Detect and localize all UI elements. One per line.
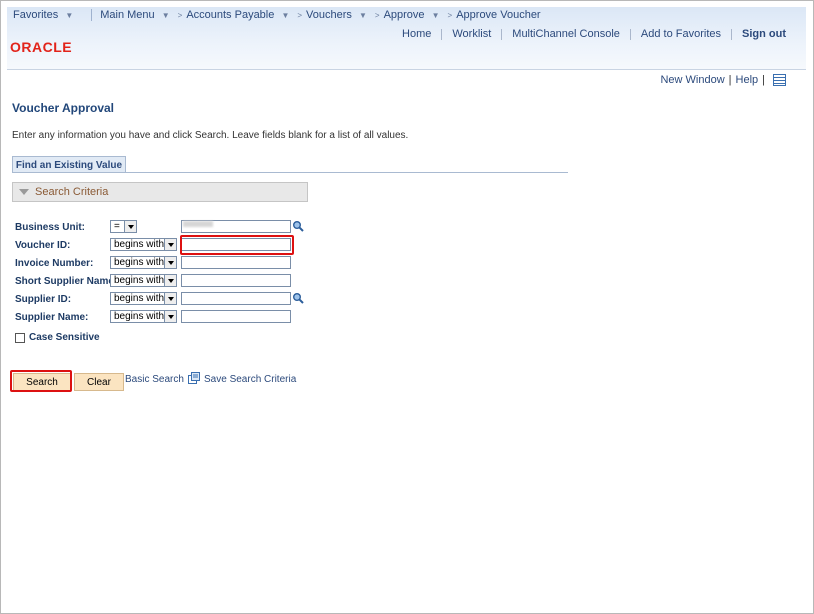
lookup-magnifier-icon[interactable] — [292, 220, 304, 232]
chevron-down-icon: ▼ — [161, 11, 170, 20]
chevron-down-icon: ▼ — [65, 11, 74, 20]
sign-out-link[interactable]: Sign out — [732, 28, 796, 40]
multichannel-console-link[interactable]: MultiChannel Console — [502, 28, 630, 40]
dropdown-arrow-icon — [164, 293, 176, 304]
main-menu[interactable]: Main Menu ▼ — [100, 9, 173, 21]
search-criteria-label: Search Criteria — [35, 186, 109, 198]
voucher-id-highlight — [180, 235, 294, 255]
tab-find-existing-value[interactable]: Find an Existing Value — [12, 156, 126, 173]
invoice-number-label: Invoice Number: — [15, 258, 94, 269]
short-supplier-name-input[interactable] — [181, 274, 291, 287]
operator-value: begins with — [114, 311, 165, 322]
util-divider: | — [762, 74, 765, 86]
breadcrumb-approve-voucher[interactable]: Approve Voucher — [456, 9, 540, 21]
invoice-number-input[interactable] — [181, 256, 291, 269]
save-search-criteria-link[interactable]: Save Search Criteria — [204, 374, 296, 385]
utility-links: New Window | Help | — [660, 74, 786, 86]
operator-value: begins with — [114, 257, 165, 268]
menu-divider — [91, 9, 93, 21]
help-link[interactable]: Help — [736, 74, 759, 86]
supplier-name-input[interactable] — [181, 310, 291, 323]
header: Favorites ▼ Main Menu ▼ > Accounts Payab… — [7, 7, 806, 70]
breadcrumb-arrow-icon: > — [447, 10, 453, 20]
menubar: Favorites ▼ Main Menu ▼ > Accounts Payab… — [7, 7, 541, 23]
case-sensitive-checkbox[interactable] — [15, 332, 25, 343]
breadcrumb-vouchers[interactable]: Vouchers ▼ — [306, 9, 371, 21]
main-menu-label: Main Menu — [100, 9, 155, 21]
chevron-down-icon: ▼ — [281, 11, 290, 20]
dropdown-arrow-icon — [124, 221, 136, 232]
supplier-name-label: Supplier Name: — [15, 312, 89, 323]
chevron-down-icon: ▼ — [431, 11, 440, 20]
lookup-magnifier-icon[interactable] — [292, 292, 304, 304]
search-button-highlight — [10, 370, 72, 392]
chevron-down-icon: ▼ — [358, 11, 367, 20]
case-sensitive-option[interactable]: Case Sensitive — [15, 332, 100, 343]
operator-value: begins with — [114, 293, 165, 304]
page-title: Voucher Approval — [12, 101, 115, 115]
favorites-label: Favorites — [13, 9, 59, 21]
dropdown-arrow-icon — [164, 239, 176, 250]
breadcrumb-arrow-icon: > — [374, 10, 380, 20]
collapse-triangle-icon — [19, 189, 29, 195]
operator-value: begins with — [114, 275, 165, 286]
breadcrumb-label: Accounts Payable — [186, 9, 275, 21]
supplier-id-operator[interactable]: begins with — [110, 292, 177, 305]
oracle-logo: ORACLE — [10, 39, 73, 55]
redacted-value — [183, 221, 213, 227]
basic-search-link[interactable]: Basic Search — [125, 374, 184, 385]
voucher-id-label: Voucher ID: — [15, 240, 71, 251]
util-divider: | — [728, 74, 732, 86]
dropdown-arrow-icon — [164, 275, 176, 286]
business-unit-operator[interactable]: = — [110, 220, 137, 233]
supplier-name-operator[interactable]: begins with — [110, 310, 177, 323]
dropdown-arrow-icon — [164, 257, 176, 268]
worklist-link[interactable]: Worklist — [442, 28, 501, 40]
breadcrumb-accounts-payable[interactable]: Accounts Payable ▼ — [186, 9, 293, 21]
operator-value: begins with — [114, 239, 165, 250]
clear-button[interactable]: Clear — [74, 373, 124, 391]
customize-page-icon[interactable] — [773, 74, 786, 86]
favorites-menu[interactable]: Favorites ▼ — [7, 9, 83, 21]
short-supplier-name-label: Short Supplier Name: — [15, 276, 118, 287]
supplier-id-label: Supplier ID: — [15, 294, 72, 305]
case-sensitive-label: Case Sensitive — [29, 332, 100, 343]
save-search-icon[interactable] — [188, 372, 200, 384]
home-link[interactable]: Home — [392, 28, 441, 40]
dropdown-arrow-icon — [164, 311, 176, 322]
breadcrumb-label: Approve — [383, 9, 425, 21]
top-links: Home Worklist MultiChannel Console Add t… — [392, 28, 796, 40]
new-window-link[interactable]: New Window — [660, 74, 724, 86]
invoice-number-operator[interactable]: begins with — [110, 256, 177, 269]
tab-underline — [12, 172, 568, 173]
add-to-favorites-link[interactable]: Add to Favorites — [631, 28, 731, 40]
breadcrumb-label: Vouchers — [306, 9, 352, 21]
voucher-id-operator[interactable]: begins with — [110, 238, 177, 251]
instructions-text: Enter any information you have and click… — [12, 130, 409, 141]
breadcrumb-arrow-icon: > — [177, 10, 183, 20]
short-supplier-name-operator[interactable]: begins with — [110, 274, 177, 287]
breadcrumb-arrow-icon: > — [297, 10, 303, 20]
search-criteria-header[interactable]: Search Criteria — [12, 182, 308, 202]
operator-value: = — [114, 221, 120, 232]
page-frame — [0, 0, 814, 614]
business-unit-label: Business Unit: — [15, 222, 86, 233]
supplier-id-input[interactable] — [181, 292, 291, 305]
breadcrumb-approve[interactable]: Approve ▼ — [384, 9, 444, 21]
